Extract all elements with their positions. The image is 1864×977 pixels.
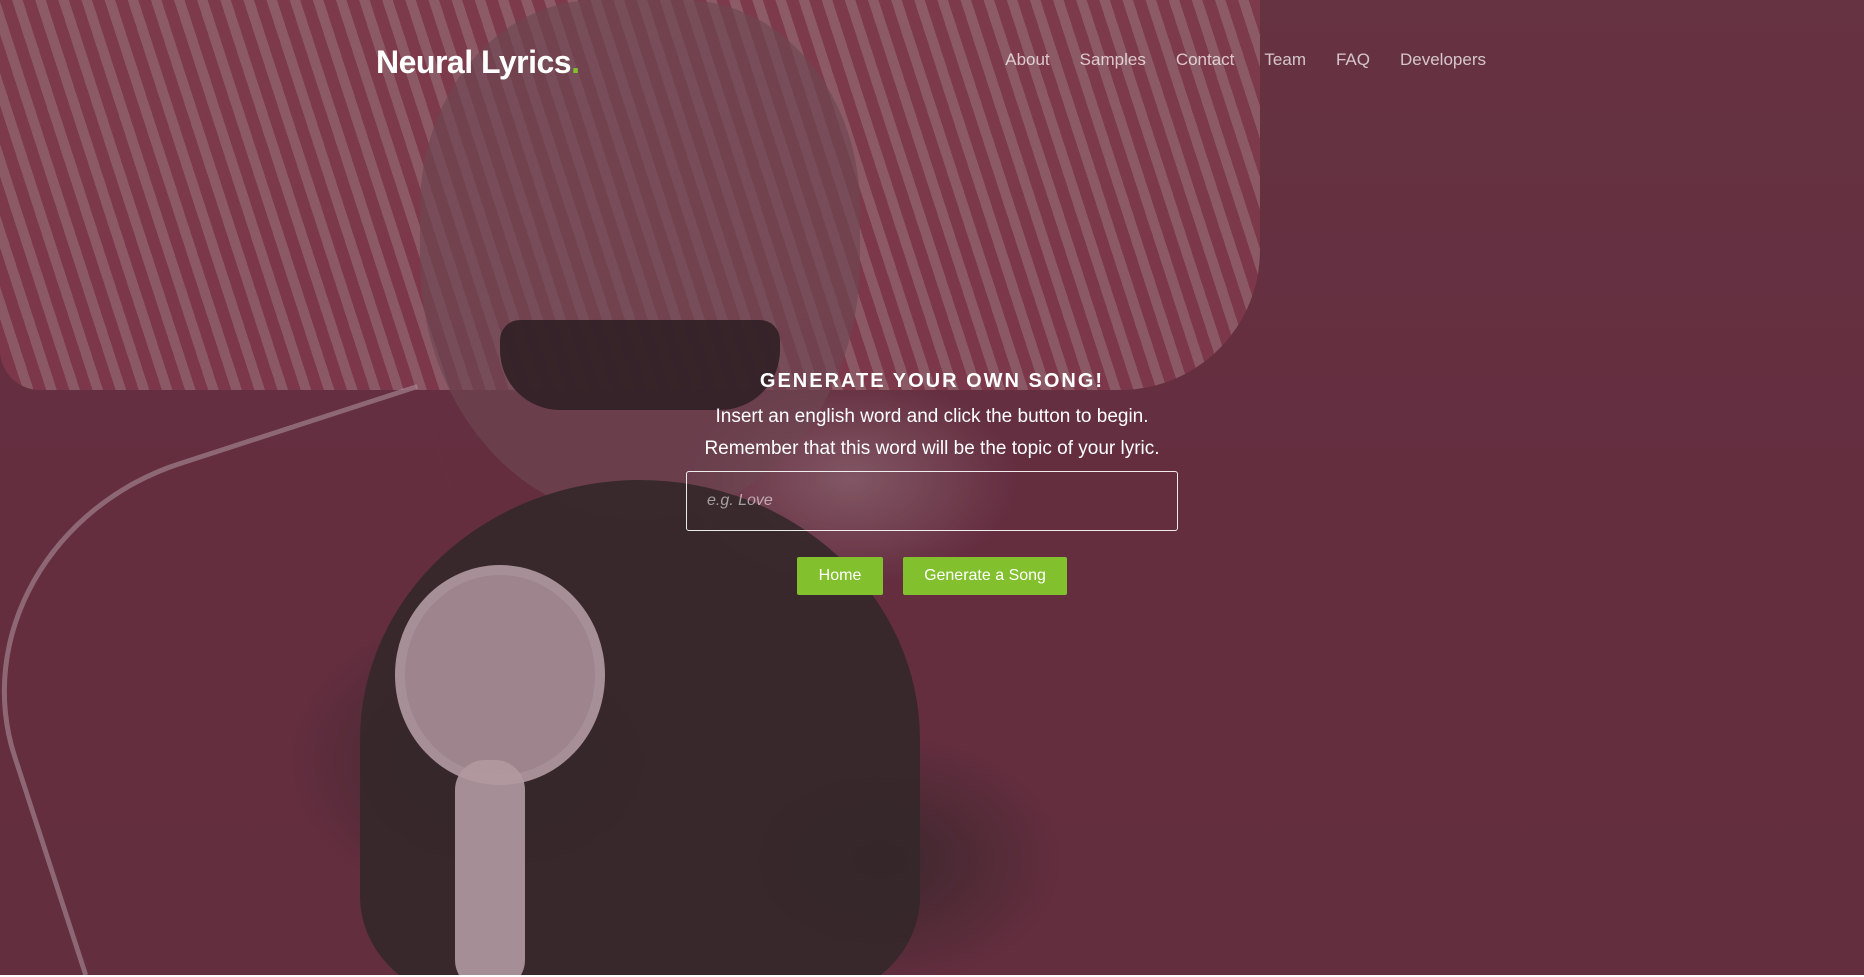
generate-song-button[interactable]: Generate a Song bbox=[903, 557, 1067, 595]
instruction-line-2: Remember that this word will be the topi… bbox=[704, 438, 1160, 459]
brand-dot: . bbox=[571, 44, 580, 80]
brand-name: Neural Lyrics bbox=[376, 44, 572, 80]
page-title: GENERATE YOUR OWN SONG! bbox=[759, 370, 1105, 392]
navbar: Neural Lyrics. About Samples Contact Tea… bbox=[0, 0, 1864, 120]
topic-word-input[interactable] bbox=[686, 471, 1178, 531]
generator-panel: GENERATE YOUR OWN SONG! Insert an englis… bbox=[0, 370, 1864, 595]
nav-link-developers[interactable]: Developers bbox=[1400, 50, 1486, 70]
nav-link-contact[interactable]: Contact bbox=[1176, 50, 1235, 70]
nav-menu: About Samples Contact Team FAQ Developer… bbox=[1005, 50, 1486, 70]
nav-link-about[interactable]: About bbox=[1005, 50, 1049, 70]
nav-link-faq[interactable]: FAQ bbox=[1336, 50, 1370, 70]
action-buttons: Home Generate a Song bbox=[0, 557, 1864, 595]
home-button[interactable]: Home bbox=[797, 557, 883, 595]
nav-link-samples[interactable]: Samples bbox=[1080, 50, 1146, 70]
brand-logo[interactable]: Neural Lyrics. bbox=[376, 44, 580, 81]
instruction-line-1: Insert an english word and click the but… bbox=[715, 406, 1149, 427]
nav-link-team[interactable]: Team bbox=[1264, 50, 1306, 70]
